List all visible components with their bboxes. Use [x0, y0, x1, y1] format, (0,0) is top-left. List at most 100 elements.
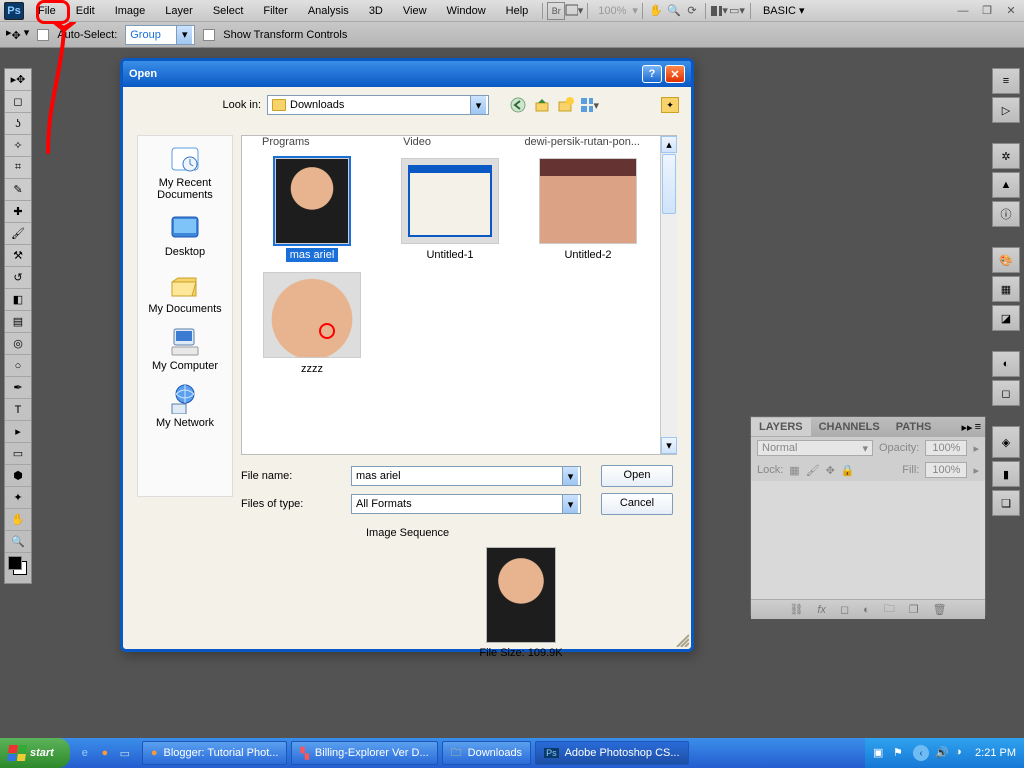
menu-select[interactable]: Select	[203, 2, 254, 20]
window-close-icon[interactable]: ✕	[1002, 2, 1020, 20]
layer-mask-icon[interactable]: ◻	[840, 603, 849, 616]
panel-channels-icon[interactable]: ▮	[992, 461, 1020, 487]
layer-group-icon[interactable]: 🗀	[884, 600, 895, 619]
file-type-dropdown[interactable]: All Formats▾	[351, 494, 581, 514]
adjustment-layer-icon[interactable]: ◐	[863, 604, 870, 616]
panel-navigator-icon[interactable]: ✲	[992, 143, 1020, 169]
opacity-field[interactable]: 100%	[925, 440, 967, 456]
tab-channels[interactable]: CHANNELS	[811, 418, 888, 436]
brush-tool[interactable]: 🖌	[5, 223, 31, 245]
panel-info-icon[interactable]: ⓘ	[992, 201, 1020, 227]
panel-swatches-icon[interactable]: ▦	[992, 276, 1020, 302]
blend-mode-dropdown[interactable]: Normal▾	[757, 440, 873, 456]
eyedropper-tool[interactable]: ✎	[5, 179, 31, 201]
dialog-titlebar[interactable]: Open ? ✕	[123, 61, 691, 87]
tray-expand-icon[interactable]: ‹	[913, 745, 929, 761]
screen-mode-icon[interactable]: ▾	[565, 2, 583, 20]
layer-style-icon[interactable]: fx	[817, 604, 826, 616]
open-button[interactable]: Open	[601, 465, 673, 487]
panel-history-icon[interactable]: ≡	[992, 68, 1020, 94]
new-layer-icon[interactable]: ❐	[909, 603, 919, 616]
menu-view[interactable]: View	[393, 2, 437, 20]
taskbar-item[interactable]: 🗀Downloads	[442, 741, 531, 765]
scroll-up-icon[interactable]: ▴	[661, 136, 677, 153]
type-tool[interactable]: T	[5, 399, 31, 421]
panel-histogram-icon[interactable]: ▲	[992, 172, 1020, 198]
lock-move-icon[interactable]: ✥	[826, 464, 835, 477]
zoom-level[interactable]: 100%	[592, 5, 632, 17]
fill-field[interactable]: 100%	[925, 462, 967, 478]
crop-tool[interactable]: ⌗	[5, 157, 31, 179]
dialog-help-button[interactable]: ?	[642, 65, 662, 83]
arrange-docs-icon[interactable]: ▾	[710, 2, 728, 20]
panel-styles-icon[interactable]: ◪	[992, 305, 1020, 331]
healing-tool[interactable]: ✚	[5, 201, 31, 223]
pen-tool[interactable]: ✒	[5, 377, 31, 399]
file-item[interactable]: mas ariel	[248, 158, 376, 262]
place-mydocs[interactable]: My Documents	[138, 266, 232, 323]
nav-back-icon[interactable]	[509, 96, 527, 114]
ql-ie-icon[interactable]: e	[76, 742, 94, 764]
stamp-tool[interactable]: ⚒	[5, 245, 31, 267]
panel-layers-expand-icon[interactable]: ◈	[992, 426, 1020, 458]
panel-masks-icon[interactable]: ◻	[992, 380, 1020, 406]
marquee-tool[interactable]: ◻	[5, 91, 31, 113]
menu-file[interactable]: File	[28, 2, 66, 20]
zoom-icon[interactable]: 🔍	[665, 2, 683, 20]
history-brush-tool[interactable]: ↺	[5, 267, 31, 289]
color-swatches[interactable]	[5, 553, 31, 583]
tab-paths[interactable]: PATHS	[888, 418, 940, 436]
window-minimize-icon[interactable]: —	[954, 2, 972, 20]
nav-up-icon[interactable]	[533, 96, 551, 114]
panel-collapse-icon[interactable]: ▸▸	[962, 421, 973, 434]
truncated-item-label[interactable]: Video	[403, 136, 431, 148]
blur-tool[interactable]: ◎	[5, 333, 31, 355]
bridge-icon[interactable]: Br	[547, 2, 565, 20]
path-select-tool[interactable]: ▸	[5, 421, 31, 443]
wand-tool[interactable]: ✧	[5, 135, 31, 157]
panel-adjustments-icon[interactable]: ◐	[992, 351, 1020, 377]
auto-select-checkbox[interactable]	[37, 29, 49, 41]
panel-color-icon[interactable]: 🎨	[992, 247, 1020, 273]
place-recent[interactable]: My Recent Documents	[138, 140, 232, 209]
panel-actions-icon[interactable]: ▷	[992, 97, 1020, 123]
file-item[interactable]: Untitled-2	[524, 158, 652, 262]
dodge-tool[interactable]: ○	[5, 355, 31, 377]
menu-image[interactable]: Image	[105, 2, 156, 20]
menu-help[interactable]: Help	[496, 2, 539, 20]
place-desktop[interactable]: Desktop	[138, 209, 232, 266]
workspace-switcher[interactable]: BASIC ▾	[755, 4, 821, 17]
show-transform-checkbox[interactable]	[203, 29, 215, 41]
taskbar-item[interactable]: ●Blogger: Tutorial Phot...	[142, 741, 288, 765]
menu-edit[interactable]: Edit	[66, 2, 105, 20]
tray-icon[interactable]: ◑	[955, 746, 969, 760]
layers-list[interactable]	[751, 481, 985, 599]
taskbar-item[interactable]: PsAdobe Photoshop CS...	[535, 741, 688, 765]
file-item[interactable]: zzzz	[248, 272, 376, 376]
panel-menu-icon[interactable]: ≡	[975, 421, 981, 434]
dialog-close-button[interactable]: ✕	[665, 65, 685, 83]
file-listing-scrollbar[interactable]: ▴ ▾	[660, 136, 677, 454]
gradient-tool[interactable]: ▤	[5, 311, 31, 333]
tray-icon[interactable]: ⚑	[893, 746, 907, 760]
truncated-item-label[interactable]: Programs	[262, 136, 310, 148]
use-adobe-dialog-icon[interactable]: ✦	[661, 97, 679, 113]
place-mynetwork[interactable]: My Network	[138, 380, 232, 437]
ql-firefox-icon[interactable]: ●	[96, 742, 114, 764]
lock-all-icon[interactable]: 🔒	[841, 464, 855, 477]
shape-tool[interactable]: ▭	[5, 443, 31, 465]
tray-icon[interactable]: ▣	[873, 746, 887, 760]
link-layers-icon[interactable]: ⛓	[789, 603, 803, 616]
3d-camera-tool[interactable]: ✦	[5, 487, 31, 509]
menu-window[interactable]: Window	[437, 2, 496, 20]
auto-select-dropdown[interactable]: Group▾	[125, 25, 195, 45]
file-item[interactable]: Untitled-1	[386, 158, 514, 262]
start-button[interactable]: start	[0, 738, 70, 768]
3d-tool[interactable]: ⬢	[5, 465, 31, 487]
delete-layer-icon[interactable]: 🗑	[933, 603, 947, 616]
move-tool[interactable]: ▸✥	[5, 69, 31, 91]
tab-layers[interactable]: LAYERS	[751, 418, 811, 436]
zoom-tool[interactable]: 🔍	[5, 531, 31, 553]
window-restore-icon[interactable]: ❐	[978, 2, 996, 20]
dialog-resize-grip-icon[interactable]	[675, 633, 689, 647]
